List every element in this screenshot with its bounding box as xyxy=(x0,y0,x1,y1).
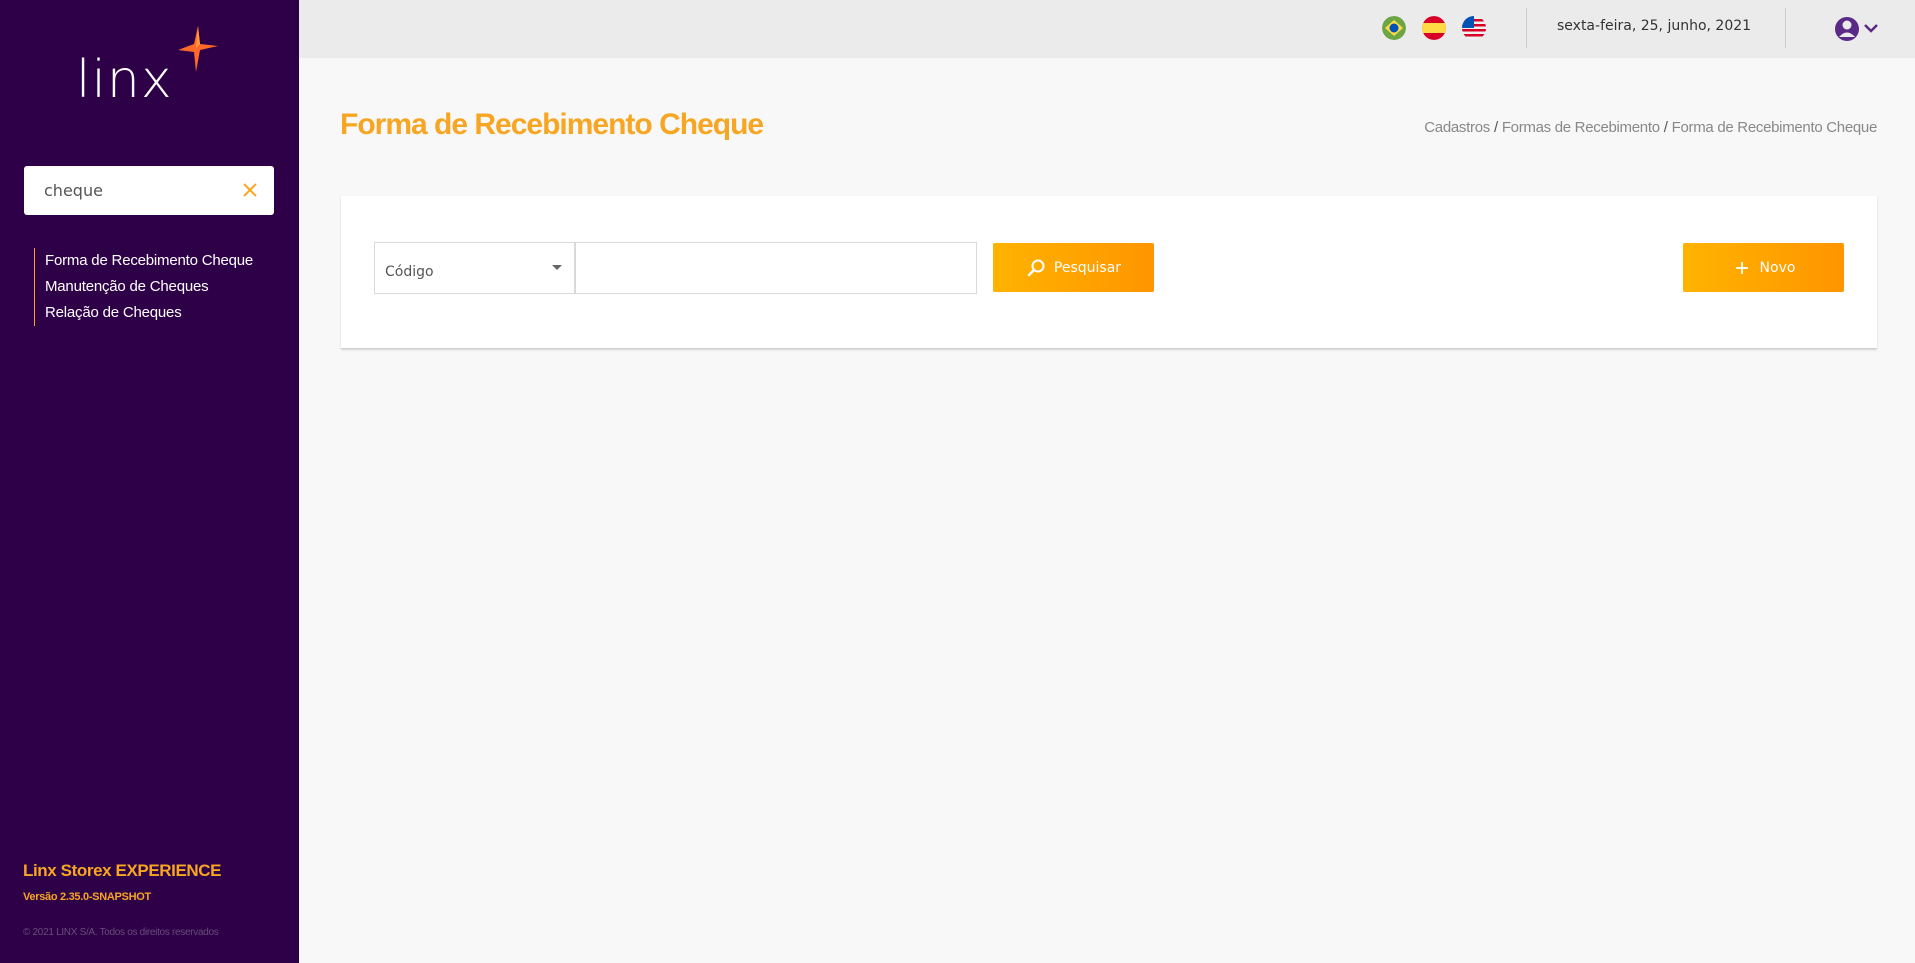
flag-usa-icon[interactable] xyxy=(1462,16,1486,40)
new-button[interactable]: Novo xyxy=(1683,243,1844,292)
flag-brazil-icon[interactable] xyxy=(1382,16,1406,40)
current-date: sexta-feira, 25, junho, 2021 xyxy=(1557,18,1752,34)
logo-text: linx xyxy=(76,50,173,110)
top-bar: sexta-feira, 25, junho, 2021 xyxy=(299,0,1915,58)
sidebar-item-relacao-cheques[interactable]: Relação de Cheques xyxy=(45,300,253,326)
chevron-down-icon xyxy=(1864,24,1878,33)
copyright: © 2021 LINX S/A. Todos os direitos reser… xyxy=(23,927,219,938)
flag-spain-icon[interactable] xyxy=(1422,16,1446,40)
caret-down-icon xyxy=(552,265,562,270)
plus-icon xyxy=(1735,261,1748,274)
search-button-label: Pesquisar xyxy=(1053,259,1122,276)
sidebar-item-manutencao-cheques[interactable]: Manutenção de Cheques xyxy=(45,274,253,300)
sidebar: linx Forma de Recebimento Cheque Manuten… xyxy=(0,0,299,963)
close-icon[interactable] xyxy=(240,180,260,200)
sidebar-item-forma-recebimento-cheque[interactable]: Forma de Recebimento Cheque xyxy=(45,248,253,274)
menu-search-box xyxy=(24,166,274,215)
product-name: Linx Storex EXPERIENCE xyxy=(23,861,222,880)
menu-search-input[interactable] xyxy=(44,166,234,215)
breadcrumb-item-cadastros[interactable]: Cadastros xyxy=(1424,119,1490,136)
new-button-label: Novo xyxy=(1759,259,1796,276)
filter-field-selected: Código xyxy=(385,264,434,280)
page-title: Forma de Recebimento Cheque xyxy=(340,108,764,141)
filter-card: Código Pesquisar Novo xyxy=(341,196,1877,349)
filter-field-select[interactable]: Código xyxy=(374,242,575,294)
breadcrumb-item-formas-recebimento[interactable]: Formas de Recebimento xyxy=(1502,119,1660,136)
logo-star-icon xyxy=(178,26,218,72)
filter-value-input[interactable] xyxy=(575,242,977,294)
product-version: Versão 2.35.0-SNAPSHOT xyxy=(23,891,151,903)
linx-logo[interactable]: linx xyxy=(76,26,226,116)
sidebar-menu: Forma de Recebimento Cheque Manutenção d… xyxy=(34,248,253,326)
breadcrumb-separator: / xyxy=(1663,119,1668,136)
topbar-divider xyxy=(1785,8,1786,48)
breadcrumb: Cadastros / Formas de Recebimento / Forma de… xyxy=(1424,119,1877,136)
breadcrumb-separator: / xyxy=(1493,119,1498,136)
user-circle-icon xyxy=(1835,17,1859,41)
search-icon xyxy=(1027,259,1045,276)
search-button[interactable]: Pesquisar xyxy=(993,243,1154,292)
user-menu[interactable] xyxy=(1834,14,1886,44)
breadcrumb-item-current: Forma de Recebimento Cheque xyxy=(1671,119,1878,136)
topbar-divider xyxy=(1526,8,1527,48)
